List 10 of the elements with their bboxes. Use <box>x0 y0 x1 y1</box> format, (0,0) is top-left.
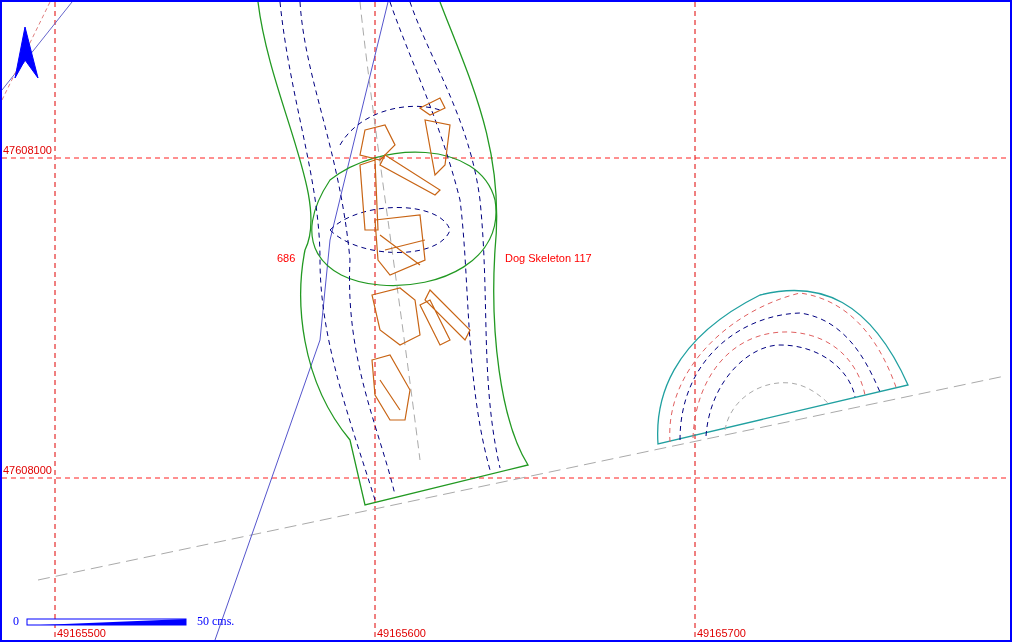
feature-label: 686 <box>277 252 296 264</box>
scale-end-label: 50 cms. <box>197 614 235 628</box>
northing-label: 47608100 <box>3 144 52 156</box>
scale-start-label: 0 <box>13 614 19 628</box>
feature-label: Dog Skeleton 117 <box>505 252 592 264</box>
northing-label: 47608000 <box>3 464 52 476</box>
easting-label: 49165600 <box>377 627 426 639</box>
north-arrow-icon <box>14 26 39 79</box>
easting-label: 49165700 <box>697 627 746 639</box>
easting-label: 49165500 <box>57 627 106 639</box>
